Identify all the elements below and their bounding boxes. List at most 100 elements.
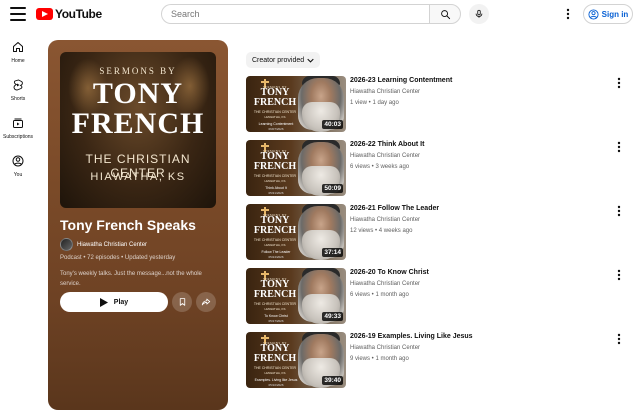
- thumb-name-last: FRENCH: [253, 97, 297, 108]
- video-channel[interactable]: Hiawatha Christian Center: [350, 153, 420, 159]
- hamburger-menu-icon[interactable]: [10, 7, 26, 21]
- play-icon: [99, 297, 108, 307]
- video-thumbnail[interactable]: SERMONS BY TONY FRENCH THE CHRISTIAN CEN…: [246, 268, 346, 324]
- owner-name[interactable]: Hiawatha Christian Center: [77, 242, 147, 248]
- video-meta: 9 views • 1 month ago: [350, 356, 409, 362]
- video-more-button[interactable]: [612, 268, 626, 282]
- chevron-down-icon: [307, 58, 314, 63]
- playlist-title: Tony French Speaks: [60, 217, 196, 233]
- video-duration: 50:09: [322, 184, 343, 193]
- video-channel[interactable]: Hiawatha Christian Center: [350, 281, 420, 287]
- more-vertical-icon: [617, 269, 621, 281]
- nav-item-label: You: [13, 172, 23, 178]
- thumb-episode-title: Think About It: [265, 186, 287, 190]
- cover-name-first: TONY: [92, 77, 184, 110]
- nav-item-shorts[interactable]: Shorts: [0, 74, 36, 108]
- voice-search-button[interactable]: [469, 4, 489, 24]
- nav-item-label: Home: [11, 58, 25, 64]
- account-circle-icon: [588, 8, 599, 20]
- thumb-church: THE CHRISTIAN CENTER: [253, 238, 297, 242]
- logo-text: YouTube: [55, 7, 102, 21]
- playlist-owner[interactable]: Hiawatha Christian Center: [60, 238, 147, 251]
- video-item[interactable]: SERMONS BY TONY FRENCH THE CHRISTIAN CEN…: [246, 140, 636, 198]
- video-more-button[interactable]: [612, 204, 626, 218]
- home-icon: [11, 40, 25, 54]
- video-thumbnail[interactable]: SERMONS BY TONY FRENCH THE CHRISTIAN CEN…: [246, 204, 346, 260]
- playlist-description: Tony's weekly talks. Just the message...…: [60, 271, 202, 287]
- cover-subtitle: SERMONS BY: [99, 66, 177, 76]
- shorts-icon: [11, 78, 25, 92]
- video-meta: 6 views • 3 weeks ago: [350, 164, 410, 170]
- video-title[interactable]: 2026-21 Follow The Leader: [350, 205, 439, 212]
- playlist-header-panel: SERMONS BY TONY FRENCH THE CHRISTIAN CEN…: [48, 40, 228, 410]
- thumb-church: THE CHRISTIAN CENTER: [253, 302, 297, 306]
- video-more-button[interactable]: [612, 140, 626, 154]
- you-icon: [11, 154, 25, 168]
- thumb-location: HIAWATHA, KS: [264, 179, 286, 183]
- thumb-episode-title: Follow The Leader: [261, 250, 291, 254]
- more-vertical-icon: [617, 141, 621, 153]
- thumb-location: HIAWATHA, KS: [264, 243, 286, 247]
- video-channel[interactable]: Hiawatha Christian Center: [350, 345, 420, 351]
- thumb-episode-title: To Know Christ: [264, 314, 288, 318]
- video-thumbnail[interactable]: SERMONS BY TONY FRENCH THE CHRISTIAN CEN…: [246, 332, 346, 388]
- video-meta: 6 views • 1 month ago: [350, 292, 409, 298]
- video-title[interactable]: 2026-20 To Know Christ: [350, 269, 429, 276]
- video-item[interactable]: SERMONS BY TONY FRENCH THE CHRISTIAN CEN…: [246, 204, 636, 262]
- avatar[interactable]: [60, 238, 73, 251]
- video-thumbnail[interactable]: SERMONS BY TONY FRENCH THE CHRISTIAN CEN…: [246, 140, 346, 196]
- playlist-cover-image[interactable]: SERMONS BY TONY FRENCH THE CHRISTIAN CEN…: [60, 52, 216, 208]
- video-meta: 1 view • 1 day ago: [350, 100, 399, 106]
- video-title[interactable]: 2026-22 Think About It: [350, 141, 424, 148]
- settings-more-button[interactable]: [560, 6, 576, 22]
- video-duration: 37:14: [322, 248, 343, 257]
- thumb-name-last: FRENCH: [253, 225, 297, 236]
- video-duration: 39:40: [322, 376, 343, 385]
- bookmark-icon: [179, 298, 185, 306]
- video-item[interactable]: SERMONS BY TONY FRENCH THE CHRISTIAN CEN…: [246, 332, 636, 390]
- nav-item-you[interactable]: You: [0, 150, 36, 184]
- video-item[interactable]: SERMONS BY TONY FRENCH THE CHRISTIAN CEN…: [246, 76, 636, 134]
- thumb-episode-title: Examples. Living like Jesus: [254, 378, 298, 382]
- thumb-location: HIAWATHA, KS: [264, 307, 286, 311]
- video-channel[interactable]: Hiawatha Christian Center: [350, 89, 420, 95]
- thumb-episode-date: 05/24/2026: [268, 255, 284, 259]
- top-bar: YouTube Sign in: [0, 0, 640, 28]
- video-channel[interactable]: Hiawatha Christian Center: [350, 217, 420, 223]
- chip-label: Creator provided: [252, 56, 305, 64]
- sign-in-button[interactable]: Sign in: [583, 4, 633, 24]
- thumb-episode-date: 05/10/2026: [268, 383, 284, 387]
- thumb-church: THE CHRISTIAN CENTER: [253, 110, 297, 114]
- video-meta: 12 views • 4 weeks ago: [350, 228, 413, 234]
- play-label: Play: [113, 298, 129, 306]
- thumb-church: THE CHRISTIAN CENTER: [253, 366, 297, 370]
- video-item[interactable]: SERMONS BY TONY FRENCH THE CHRISTIAN CEN…: [246, 268, 636, 326]
- video-more-button[interactable]: [612, 332, 626, 346]
- thumb-episode-title: Learning Contentment: [258, 122, 294, 126]
- share-button[interactable]: [196, 292, 216, 312]
- thumb-name-last: FRENCH: [253, 289, 297, 300]
- more-vertical-icon: [617, 205, 621, 217]
- video-thumbnail[interactable]: SERMONS BY TONY FRENCH THE CHRISTIAN CEN…: [246, 76, 346, 132]
- thumb-location: HIAWATHA, KS: [264, 371, 286, 375]
- video-title[interactable]: 2026-23 Learning Contentment: [350, 77, 452, 84]
- video-more-button[interactable]: [612, 76, 626, 90]
- share-icon: [201, 298, 211, 306]
- play-all-button[interactable]: Play: [60, 292, 168, 312]
- video-title[interactable]: 2026-19 Examples. Living Like Jesus: [350, 333, 473, 340]
- more-vertical-icon: [617, 333, 621, 345]
- sort-filter-chip[interactable]: Creator provided: [246, 52, 321, 68]
- nav-item-subscriptions[interactable]: Subscriptions: [0, 112, 36, 146]
- thumb-episode-date: 05/31/2026: [268, 191, 284, 195]
- youtube-logo[interactable]: YouTube: [36, 7, 102, 21]
- save-playlist-button[interactable]: [172, 292, 192, 312]
- nav-item-home[interactable]: Home: [0, 36, 36, 70]
- nav-item-label: Subscriptions: [2, 134, 33, 140]
- thumb-church: THE CHRISTIAN CENTER: [253, 174, 297, 178]
- search-button[interactable]: [429, 4, 461, 24]
- search-input[interactable]: [161, 4, 429, 24]
- search-bar: [161, 4, 461, 24]
- search-icon: [440, 9, 450, 19]
- thumb-episode-date: 06/07/2026: [268, 127, 284, 131]
- nav-item-label: Shorts: [10, 96, 26, 102]
